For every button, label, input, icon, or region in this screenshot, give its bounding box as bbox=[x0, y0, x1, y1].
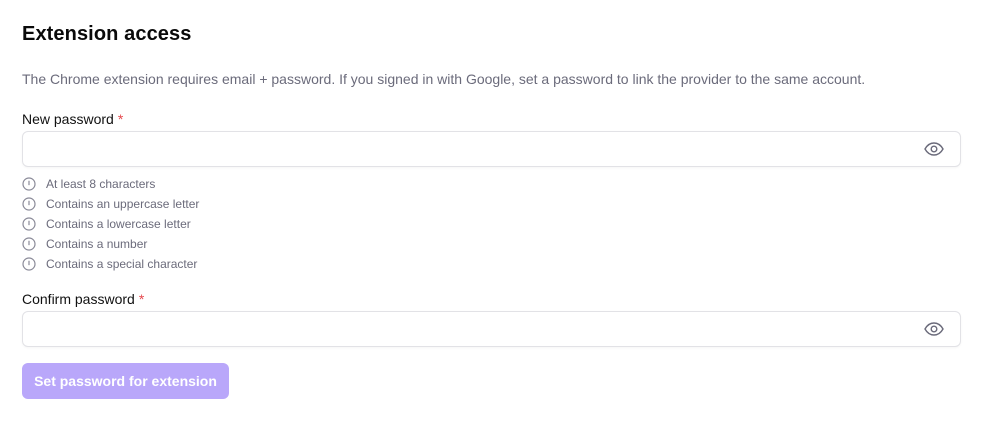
new-password-label: New password * bbox=[22, 111, 123, 127]
confirm-password-label-text: Confirm password bbox=[22, 291, 135, 307]
required-asterisk: * bbox=[138, 291, 145, 307]
section-description: The Chrome extension requires email + pa… bbox=[22, 71, 866, 87]
new-password-input[interactable] bbox=[23, 132, 913, 166]
section-title: Extension access bbox=[22, 23, 192, 45]
info-circle-icon bbox=[22, 176, 38, 192]
set-password-button[interactable]: Set password for extension bbox=[22, 363, 229, 399]
requirement-item: Contains a lowercase letter bbox=[22, 214, 199, 234]
requirement-item: At least 8 characters bbox=[22, 174, 199, 194]
confirm-password-input[interactable] bbox=[23, 312, 913, 346]
requirement-text: At least 8 characters bbox=[46, 177, 156, 191]
confirm-password-field bbox=[22, 311, 961, 347]
requirement-item: Contains a number bbox=[22, 234, 199, 254]
new-password-label-text: New password bbox=[22, 111, 114, 127]
extension-access-section: Extension access The Chrome extension re… bbox=[0, 0, 983, 430]
requirement-text: Contains a special character bbox=[46, 257, 198, 271]
info-circle-icon bbox=[22, 196, 38, 212]
info-circle-icon bbox=[22, 256, 38, 272]
requirement-text: Contains an uppercase letter bbox=[46, 197, 200, 211]
eye-icon[interactable] bbox=[924, 140, 944, 158]
requirement-item: Contains an uppercase letter bbox=[22, 194, 199, 214]
required-asterisk: * bbox=[117, 111, 124, 127]
requirement-item: Contains a special character bbox=[22, 254, 199, 274]
new-password-field bbox=[22, 131, 961, 167]
password-requirements-list: At least 8 characters Contains an upperc… bbox=[22, 174, 199, 274]
info-circle-icon bbox=[22, 216, 38, 232]
confirm-password-label: Confirm password * bbox=[22, 291, 144, 307]
requirement-text: Contains a lowercase letter bbox=[46, 217, 191, 231]
eye-icon[interactable] bbox=[924, 320, 944, 338]
info-circle-icon bbox=[22, 236, 38, 252]
requirement-text: Contains a number bbox=[46, 237, 148, 251]
